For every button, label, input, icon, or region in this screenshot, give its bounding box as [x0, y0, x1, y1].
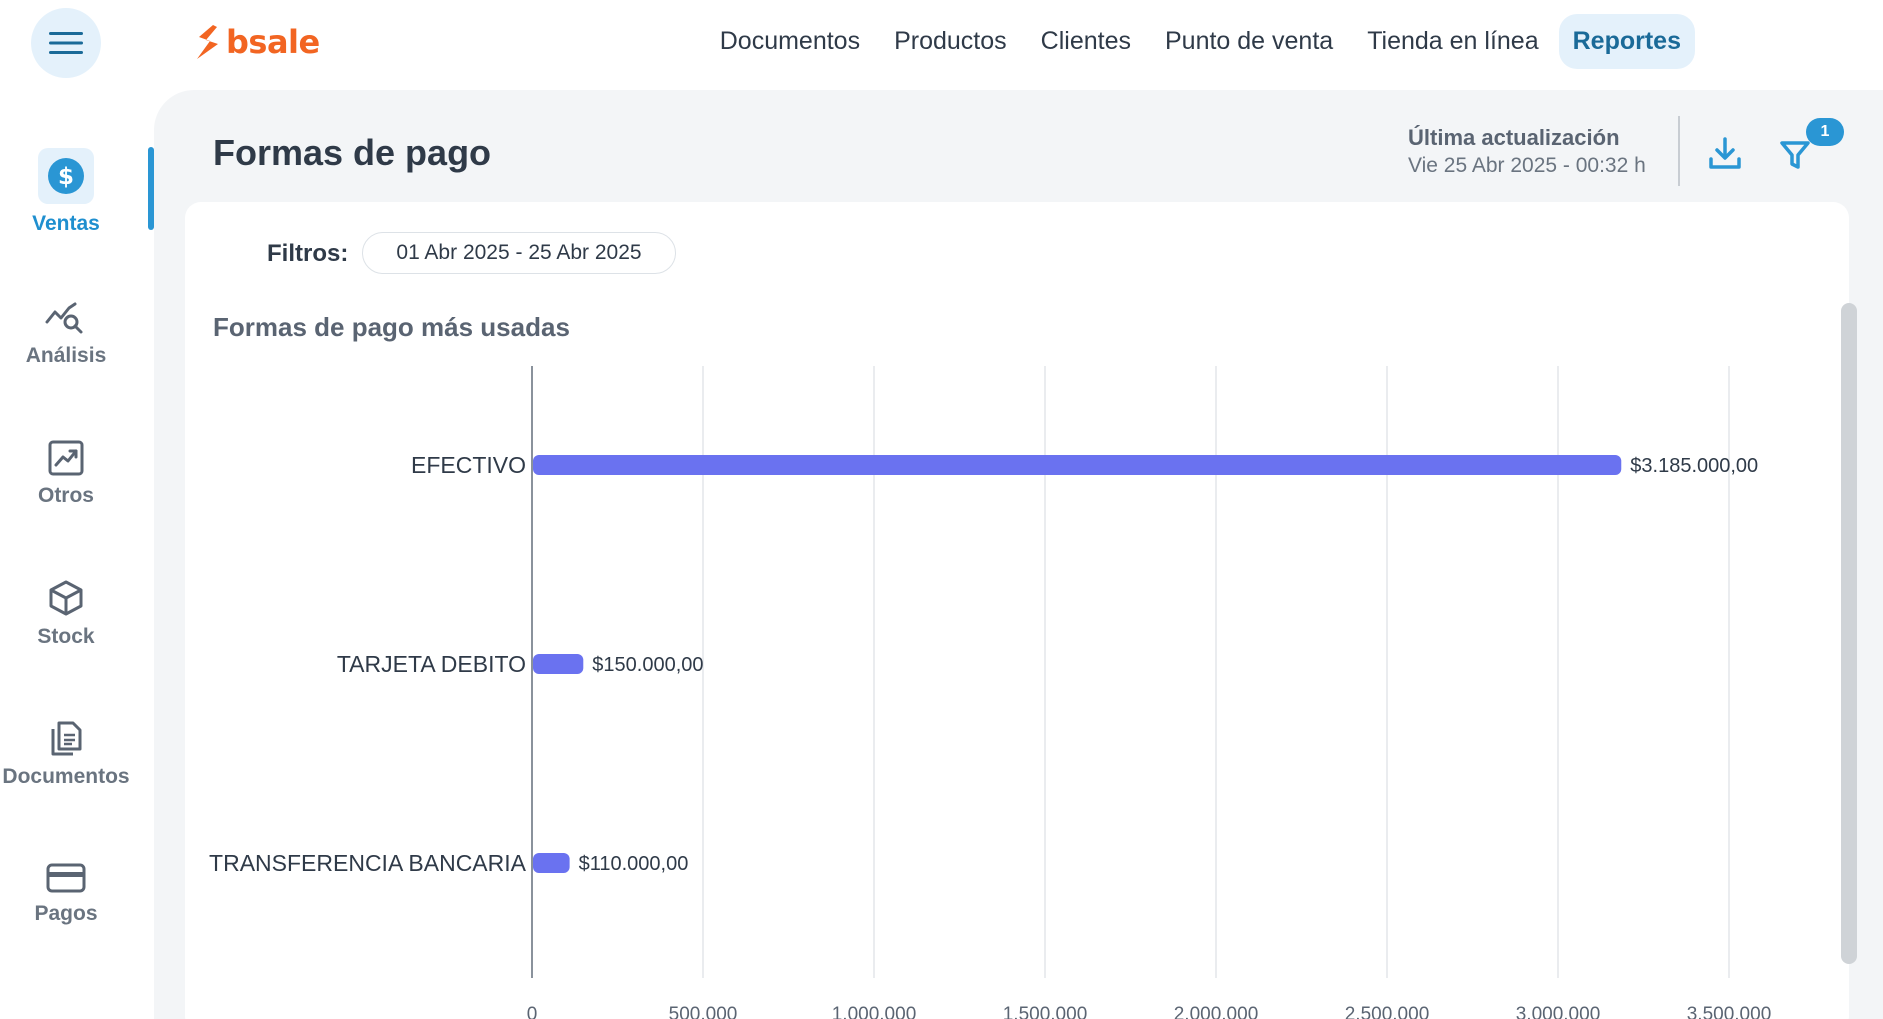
- top-navigation: Documentos Productos Clientes Punto de v…: [706, 14, 1695, 69]
- sidebar-item-ventas[interactable]: $ Ventas: [0, 142, 132, 242]
- filter-icon: [1780, 141, 1810, 169]
- logo-text: bsale: [226, 23, 320, 61]
- chart-x-tick-label: 2,000,000: [1174, 1004, 1259, 1019]
- nav-documentos[interactable]: Documentos: [706, 14, 874, 69]
- nav-punto-de-venta[interactable]: Punto de venta: [1151, 14, 1347, 69]
- chart-category-label: TRANSFERENCIA BANCARIA: [209, 850, 527, 876]
- svg-text:$: $: [58, 164, 74, 190]
- main-content: Formas de pago Última actualización Vie …: [154, 90, 1883, 1019]
- documents-icon: [51, 721, 82, 756]
- app-root: bsale Documentos Productos Clientes Punt…: [0, 0, 1883, 1019]
- sidebar-item-pagos[interactable]: Pagos: [0, 844, 132, 944]
- sidebar-item-label: Análisis: [25, 344, 107, 367]
- header-divider: [1678, 116, 1680, 186]
- chart-x-tick-label: 1,500,000: [1003, 1004, 1088, 1019]
- sidebar-item-stock[interactable]: Stock: [0, 564, 132, 664]
- sidebar-item-label: Pagos: [34, 902, 98, 925]
- nav-reportes[interactable]: Reportes: [1558, 14, 1695, 69]
- filters-label: Filtros:: [267, 240, 349, 267]
- top-bar: bsale Documentos Productos Clientes Punt…: [0, 0, 1883, 90]
- vertical-scrollbar[interactable]: [1841, 303, 1857, 964]
- last-update-date: Vie 25 Abr 2025 - 00:32 h: [1408, 154, 1646, 177]
- sidebar-item-label: Otros: [37, 484, 94, 507]
- last-update-info: Última actualización Vie 25 Abr 2025 - 0…: [1408, 124, 1646, 180]
- last-update-title: Última actualización: [1408, 125, 1620, 150]
- nav-tienda-en-linea[interactable]: Tienda en línea: [1353, 14, 1552, 69]
- download-button[interactable]: [1702, 130, 1748, 176]
- chart-value-label: $150.000,00: [592, 654, 703, 676]
- nav-clientes[interactable]: Clientes: [1027, 14, 1145, 69]
- chart-category-label: TARJETA DEBITO: [337, 651, 526, 677]
- chart-category-label: EFECTIVO: [411, 452, 526, 478]
- chart-title: Formas de pago más usadas: [213, 312, 570, 342]
- page-title: Formas de pago: [213, 132, 492, 173]
- payment-methods-chart: 0 500,000 1,000,000 1,500,000 2,000,000 2,500…: [209, 366, 1772, 1019]
- sidebar-icon-box: $: [38, 148, 94, 204]
- filter-count-badge: 1: [1806, 118, 1844, 146]
- bsale-logo[interactable]: bsale: [194, 20, 320, 64]
- chart-x-tick-label: 2,500,000: [1345, 1004, 1430, 1019]
- sidebar-item-otros[interactable]: Otros: [0, 424, 132, 524]
- download-icon: [1709, 137, 1741, 169]
- hamburger-icon: [49, 32, 83, 54]
- box-icon: [49, 580, 83, 616]
- chart-bar: [533, 455, 1622, 475]
- dollar-icon: $: [48, 158, 84, 194]
- menu-button[interactable]: [31, 8, 101, 78]
- chart-bar: [533, 654, 584, 674]
- credit-card-icon: [46, 863, 86, 893]
- chart-bar: [533, 853, 570, 873]
- sidebar-item-label: Documentos: [2, 765, 130, 788]
- chart-x-tick-label: 3,500,000: [1687, 1004, 1772, 1019]
- report-card: Filtros: 01 Abr 2025 - 25 Abr 2025 Forma…: [185, 202, 1849, 1019]
- chart-x-tick-label: 0: [527, 1004, 538, 1019]
- chart-x-tick-label: 500,000: [669, 1004, 738, 1019]
- bsale-logo-icon: [197, 25, 218, 59]
- analysis-icon: [45, 302, 83, 334]
- chart-value-label: $3.185.000,00: [1630, 455, 1758, 477]
- sidebar-item-label: Stock: [37, 625, 95, 648]
- sidebar-item-label: Ventas: [32, 212, 100, 235]
- chart-x-tick-label: 3,000,000: [1516, 1004, 1601, 1019]
- nav-productos[interactable]: Productos: [880, 14, 1021, 69]
- trend-chart-icon: [48, 440, 84, 476]
- chart-x-tick-label: 1,000,000: [832, 1004, 917, 1019]
- sidebar-item-analisis[interactable]: Análisis: [0, 284, 132, 384]
- date-range-filter[interactable]: 01 Abr 2025 - 25 Abr 2025: [362, 232, 676, 274]
- sidebar-item-documentos[interactable]: Documentos: [0, 704, 132, 804]
- sidebar: $ Ventas Análisis Otros Stock Documentos…: [0, 90, 154, 1019]
- chart-value-label: $110.000,00: [579, 853, 689, 875]
